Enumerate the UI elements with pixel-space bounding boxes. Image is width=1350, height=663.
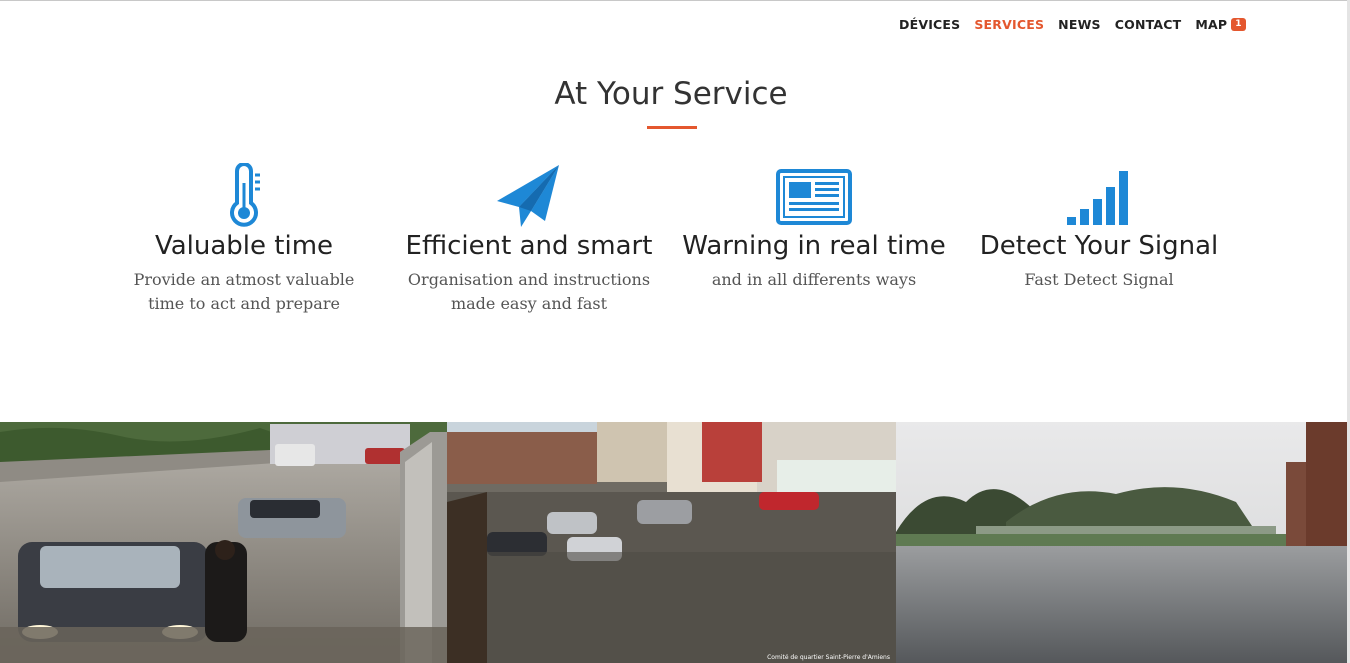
title-underline xyxy=(647,126,697,129)
service-title: Detect Your Signal xyxy=(979,231,1219,261)
newspaper-icon xyxy=(669,163,959,231)
flood-photo-highway xyxy=(0,422,447,663)
nav-contact[interactable]: CONTACT xyxy=(1115,17,1182,32)
nav-map[interactable]: MAP 1 xyxy=(1195,17,1246,32)
flood-photo-park xyxy=(896,422,1347,663)
nav-news[interactable]: NEWS xyxy=(1058,17,1101,32)
section-title: At Your Service xyxy=(554,76,788,112)
nav-devices[interactable]: DÉVICES xyxy=(899,17,960,32)
service-description: Organisation and instructions made easy … xyxy=(407,270,651,313)
service-valuable-time: Valuable time Provide an atmost valuable… xyxy=(99,163,389,316)
nav-map-label: MAP xyxy=(1195,17,1228,32)
nav-services[interactable]: SERVICES xyxy=(974,17,1044,32)
thermometer-icon xyxy=(99,163,389,231)
flood-photo-street: Comité de quartier Saint-Pierre d'Amiens xyxy=(447,422,896,663)
service-efficient-smart: Efficient and smart Organisation and ins… xyxy=(384,163,674,316)
service-detect-signal: Detect Your Signal Fast Detect Signal xyxy=(954,163,1244,292)
service-title: Valuable time xyxy=(154,231,334,261)
signal-bars-icon xyxy=(954,163,1244,231)
service-description: Provide an atmost valuable time to act a… xyxy=(133,270,355,313)
photo-caption: Comité de quartier Saint-Pierre d'Amiens xyxy=(767,654,890,661)
main-nav: DÉVICES SERVICES NEWS CONTACT MAP 1 xyxy=(899,17,1246,32)
service-description: and in all differents ways xyxy=(711,270,917,289)
top-border xyxy=(0,0,1350,1)
paper-plane-icon xyxy=(384,163,674,231)
service-warning-real-time: Warning in real time and in all differen… xyxy=(669,163,959,292)
map-badge: 1 xyxy=(1231,18,1246,31)
service-title: Warning in real time xyxy=(682,231,946,261)
service-title: Efficient and smart xyxy=(405,231,653,261)
service-description: Fast Detect Signal xyxy=(1024,270,1174,289)
